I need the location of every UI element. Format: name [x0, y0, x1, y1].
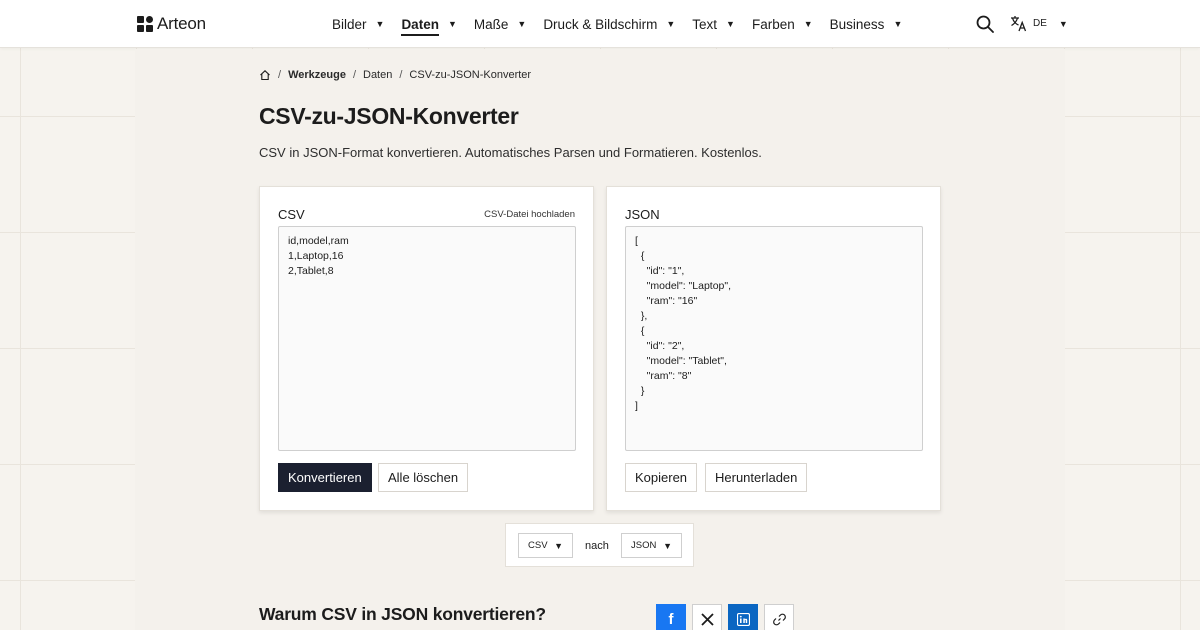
section-title: Warum CSV in JSON konvertieren? [259, 604, 546, 624]
csv-input-textarea[interactable]: id,model,ram 1,Laptop,16 2,Tablet,8 [278, 226, 576, 451]
nav-item-druck-bildschirm[interactable]: Druck & Bildschirm ▼ [543, 0, 675, 48]
chevron-down-icon: ▼ [517, 19, 527, 29]
csv-input-panel: CSV CSV-Datei hochladen id,model,ram 1,L… [259, 186, 594, 511]
page-title: CSV-zu-JSON-Konverter [259, 103, 519, 129]
logo-icon [137, 16, 153, 32]
breadcrumb: / Werkzeuge / Daten / CSV-zu-JSON-Konver… [259, 69, 531, 81]
brand-name: Arteon [157, 14, 206, 33]
share-x-button[interactable] [692, 604, 722, 630]
nav-label: Daten [401, 17, 439, 36]
breadcrumb-separator: / [352, 69, 356, 81]
json-output-textarea[interactable]: [ { "id": "1", "model": "Laptop", "ram":… [625, 226, 923, 451]
nav-label: Text [692, 16, 718, 32]
json-output-panel: JSON [ { "id": "1", "model": "Laptop", "… [606, 186, 941, 511]
nav-item-text[interactable]: Text ▼ [692, 0, 735, 48]
chevron-down-icon: ▼ [447, 19, 457, 29]
nav-label: Business [829, 16, 885, 32]
linkedin-icon [736, 612, 750, 626]
chevron-down-icon: ▼ [554, 540, 563, 551]
chevron-down-icon: ▼ [803, 19, 813, 29]
breadcrumb-separator: / [278, 69, 282, 81]
main-content: / Werkzeuge / Daten / CSV-zu-JSON-Konver… [135, 49, 1065, 630]
page-description: CSV in JSON-Format konvertieren. Automat… [259, 145, 762, 160]
download-button[interactable]: Herunterladen [705, 463, 808, 492]
breadcrumb-item-daten[interactable]: Daten [363, 69, 392, 81]
nav-label: Druck & Bildschirm [543, 16, 658, 32]
breadcrumb-separator: / [399, 69, 403, 81]
source-format-select[interactable]: CSV ▼ [518, 533, 573, 558]
language-code: DE [1033, 18, 1047, 29]
chevron-down-icon: ▼ [893, 19, 903, 29]
target-format-select[interactable]: JSON ▼ [621, 533, 682, 558]
link-icon [772, 613, 786, 625]
top-navigation-bar: Arteon Bilder ▼ Daten ▼ Maße ▼ Druck & B… [0, 0, 1200, 48]
facebook-icon: f [668, 610, 674, 628]
source-format-value: CSV [528, 540, 548, 551]
share-facebook-button[interactable]: f [656, 604, 686, 630]
nav-item-farben[interactable]: Farben ▼ [752, 0, 813, 48]
json-panel-label: JSON [625, 207, 660, 222]
csv-upload-link[interactable]: CSV-Datei hochladen [484, 209, 575, 220]
copy-button[interactable]: Kopieren [625, 463, 698, 492]
format-connector: nach [585, 540, 609, 552]
translate-icon [1011, 16, 1027, 32]
nav-label: Farben [751, 16, 795, 32]
format-selector: CSV ▼ nach JSON ▼ [505, 523, 694, 567]
chevron-down-icon: ▼ [666, 19, 676, 29]
nav-item-masse[interactable]: Maße ▼ [474, 0, 526, 48]
nav-label: Bilder [332, 16, 367, 32]
clear-all-button[interactable]: Alle löschen [378, 463, 469, 492]
chevron-down-icon: ▼ [375, 19, 385, 29]
nav-item-bilder[interactable]: Bilder ▼ [332, 0, 384, 48]
x-icon [700, 612, 714, 626]
breadcrumb-item-current: CSV-zu-JSON-Konverter [409, 69, 532, 81]
chevron-down-icon: ▼ [663, 540, 672, 551]
nav-item-daten[interactable]: Daten ▼ [401, 0, 457, 48]
csv-panel-label: CSV [278, 207, 305, 222]
search-icon[interactable] [976, 15, 994, 33]
copy-link-button[interactable] [764, 604, 794, 630]
breadcrumb-item-werkzeuge[interactable]: Werkzeuge [288, 69, 346, 81]
target-format-value: JSON [631, 540, 657, 551]
language-switcher[interactable]: DE ▼ [1010, 15, 1068, 32]
nav-label: Maße [473, 16, 509, 32]
nav-item-business[interactable]: Business ▼ [830, 0, 903, 48]
chevron-down-icon: ▼ [726, 19, 735, 29]
main-nav: Bilder ▼ Daten ▼ Maße ▼ Druck & Bildschi… [332, 0, 919, 48]
share-linkedin-button[interactable] [728, 604, 758, 630]
chevron-down-icon: ▼ [1058, 18, 1068, 29]
brand-logo[interactable]: Arteon [137, 14, 206, 34]
home-icon[interactable] [259, 69, 271, 81]
convert-button[interactable]: Konvertieren [278, 463, 372, 492]
